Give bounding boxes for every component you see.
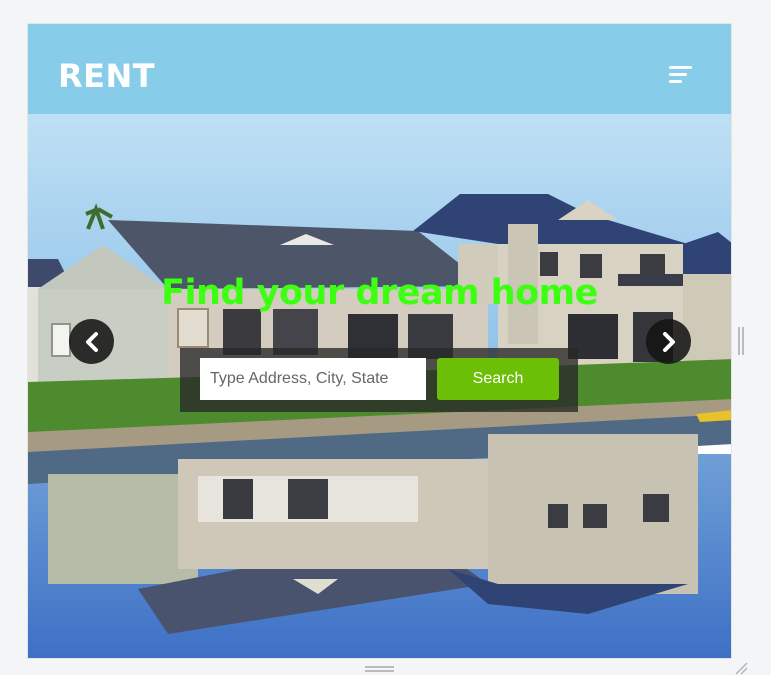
carousel-next-button[interactable] (646, 319, 691, 364)
search-input[interactable] (200, 358, 426, 400)
hero-banner: Find your dream home Search (28, 114, 731, 658)
chevron-left-icon (85, 331, 98, 352)
search-bar: Search (180, 348, 578, 412)
navbar: RENT (28, 24, 731, 114)
vertical-scroll-handle[interactable] (738, 327, 744, 355)
brand-logo[interactable]: RENT (58, 57, 155, 95)
page-frame: RENT Find your dream home Type Address, … (27, 23, 732, 659)
menu-bars-icon[interactable] (666, 64, 696, 88)
chevron-right-icon (662, 331, 675, 352)
resize-grip-icon[interactable] (734, 661, 748, 675)
horizontal-scroll-handle[interactable] (365, 666, 394, 672)
hero-headline: Find your dream home (161, 273, 598, 313)
carousel-prev-button[interactable] (69, 319, 114, 364)
search-button[interactable]: Search (437, 358, 559, 400)
